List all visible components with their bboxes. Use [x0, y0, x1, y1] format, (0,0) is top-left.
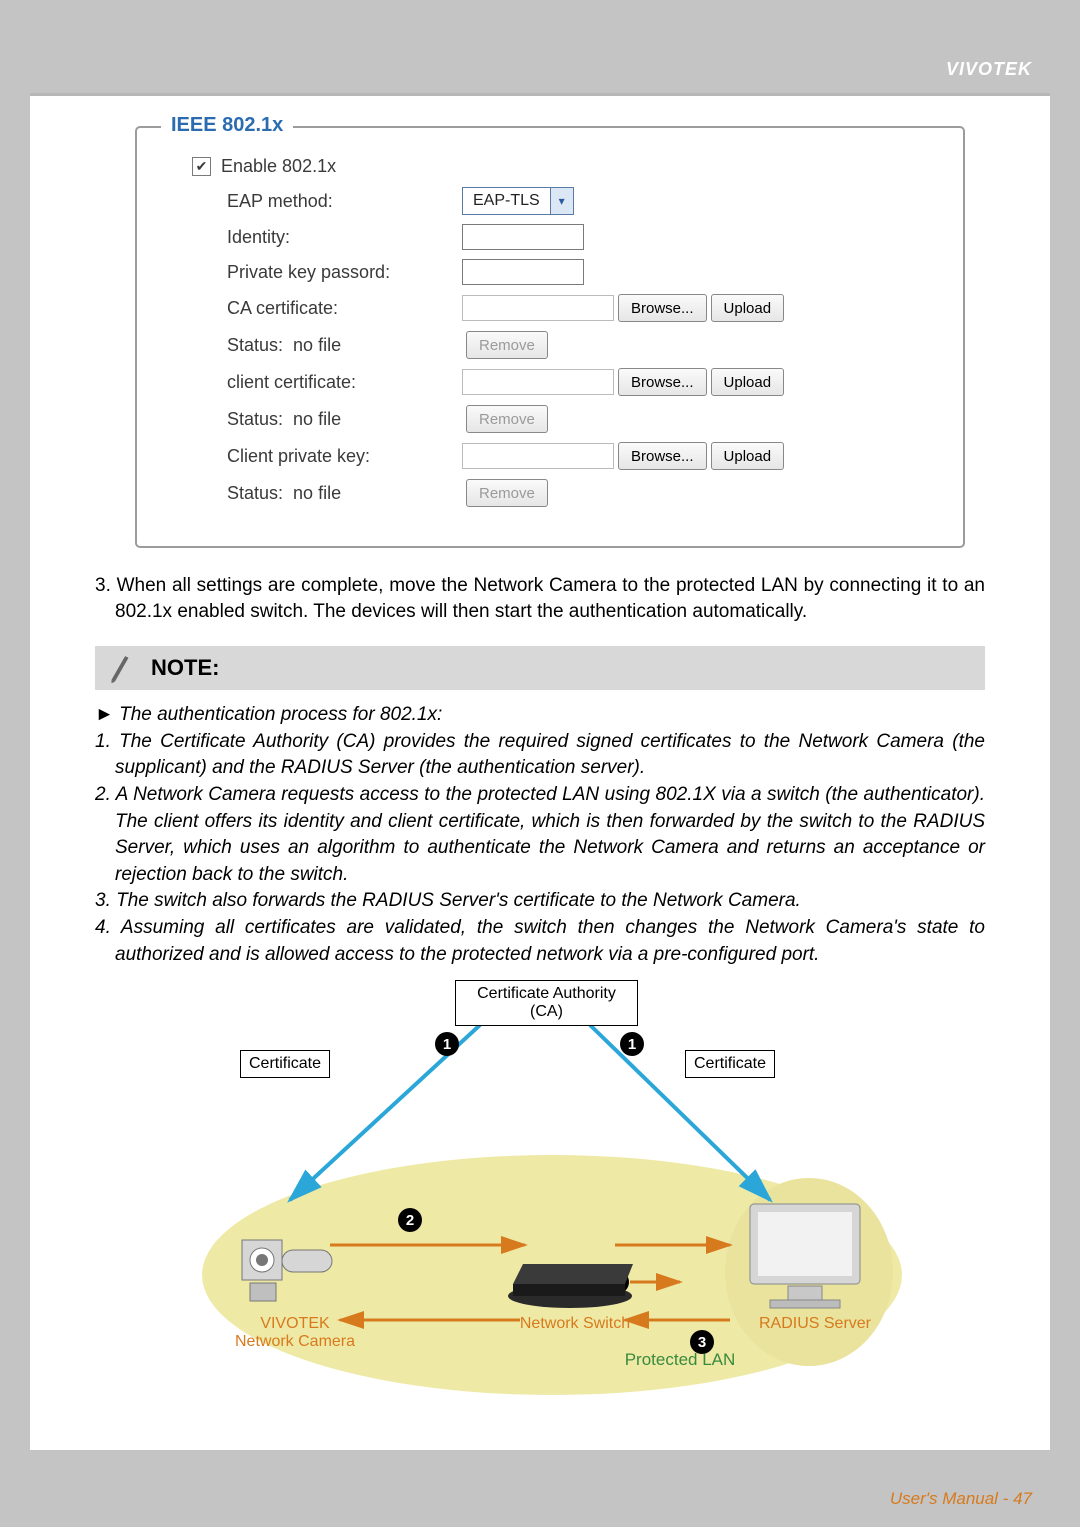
ca-certificate-file[interactable] [462, 295, 614, 321]
lan-label: Protected LAN [600, 1350, 760, 1370]
ca-status-label: Status: no file [192, 335, 462, 356]
note-body: ► The authentication process for 802.1x:… [95, 702, 985, 968]
client-key-upload-button[interactable]: Upload [711, 442, 785, 470]
note-header: NOTE: [95, 646, 985, 690]
client-private-key-file[interactable] [462, 443, 614, 469]
enable-8021x-label: Enable 802.1x [221, 156, 336, 177]
eap-method-label: EAP method: [192, 191, 462, 212]
ca-certificate-label: CA certificate: [192, 298, 462, 319]
identity-label: Identity: [192, 227, 462, 248]
ca-box: Certificate Authority (CA) [455, 980, 638, 1026]
eap-method-select[interactable]: EAP-TLS ▾ [462, 187, 574, 215]
ca-browse-button[interactable]: Browse... [618, 294, 707, 322]
switch-icon [505, 1250, 635, 1315]
client-key-status-label: Status: no file [192, 483, 462, 504]
eap-method-value: EAP-TLS [463, 192, 550, 210]
note-line-2: 2. A Network Camera requests access to t… [95, 782, 985, 888]
camera-label: VIVOTEK Network Camera [225, 1315, 365, 1351]
step-num-1a: 1 [435, 1032, 459, 1056]
ca-upload-button[interactable]: Upload [711, 294, 785, 322]
note-title: NOTE: [151, 655, 219, 681]
step-3-text: 3. When all settings are complete, move … [95, 573, 985, 624]
step-num-1b: 1 [620, 1032, 644, 1056]
client-cert-status-label: Status: no file [192, 409, 462, 430]
note-line-1: 1. The Certificate Authority (CA) provid… [95, 729, 985, 782]
private-key-password-input[interactable] [462, 259, 584, 285]
client-cert-remove-button[interactable]: Remove [466, 405, 548, 433]
certificate-box-left: Certificate [240, 1050, 330, 1078]
certificate-box-right: Certificate [685, 1050, 775, 1078]
note-line-3: 3. The switch also forwards the RADIUS S… [95, 888, 985, 915]
identity-input[interactable] [462, 224, 584, 250]
chevron-down-icon[interactable]: ▾ [550, 188, 573, 214]
brand-text: VIVOTEK [946, 59, 1032, 80]
client-certificate-label: client certificate: [192, 372, 462, 393]
note-intro: ► The authentication process for 802.1x: [95, 702, 985, 729]
ieee-8021x-panel: IEEE 802.1x ✔ Enable 802.1x EAP method: … [135, 126, 965, 548]
client-key-browse-button[interactable]: Browse... [618, 442, 707, 470]
client-cert-upload-button[interactable]: Upload [711, 368, 785, 396]
footer-text: User's Manual - 47 [890, 1489, 1032, 1509]
client-key-remove-button[interactable]: Remove [466, 479, 548, 507]
camera-icon [240, 1225, 340, 1310]
private-key-password-label: Private key passord: [192, 262, 462, 283]
note-icon [101, 649, 139, 687]
enable-8021x-checkbox[interactable]: ✔ [192, 157, 211, 176]
switch-label: Network Switch [505, 1315, 645, 1333]
client-cert-browse-button[interactable]: Browse... [618, 368, 707, 396]
panel-legend: IEEE 802.1x [161, 114, 293, 137]
client-private-key-label: Client private key: [192, 446, 462, 467]
client-certificate-file[interactable] [462, 369, 614, 395]
authentication-diagram: Certificate Authority (CA) Certificate C… [170, 980, 910, 1410]
server-label: RADIUS Server [745, 1315, 885, 1333]
server-icon [740, 1198, 880, 1323]
note-line-4: 4. Assuming all certificates are validat… [95, 915, 985, 968]
ca-remove-button[interactable]: Remove [466, 331, 548, 359]
